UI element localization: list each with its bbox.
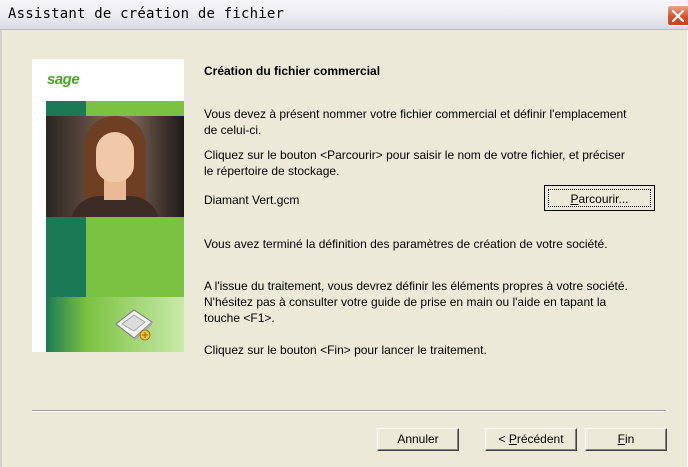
- disk-icon: [115, 309, 153, 341]
- cancel-button[interactable]: Annuler: [377, 428, 459, 451]
- post-line-2: N'hésitez pas à consulter votre guide de…: [204, 295, 607, 309]
- previous-prefix: <: [498, 432, 509, 446]
- browse-button[interactable]: Parcourir...: [544, 185, 655, 211]
- window-title: Assistant de création de fichier: [8, 6, 285, 22]
- previous-label: récédent: [516, 432, 564, 446]
- post-line-3: touche <F1>.: [204, 311, 275, 325]
- finish-button[interactable]: Fin: [585, 428, 667, 451]
- button-separator: [32, 410, 666, 412]
- banner-left-band: [32, 101, 46, 352]
- finish-instructions: Cliquez sur le bouton <Fin> pour lancer …: [204, 343, 487, 357]
- intro-line-1: Vous devez à présent nommer votre fichie…: [204, 107, 627, 121]
- photo-face: [96, 132, 134, 182]
- browse-button-focus: Parcourir...: [548, 189, 651, 207]
- browse-line-2: le répertoire de stockage.: [204, 164, 340, 178]
- file-name-label: Diamant Vert.gcm: [204, 193, 300, 207]
- browse-instructions: Cliquez sur le bouton <Parcourir> pour s…: [204, 147, 684, 179]
- banner-dark-column: [46, 217, 86, 297]
- close-button[interactable]: [667, 5, 688, 26]
- side-banner: sage: [32, 59, 184, 352]
- post-line-1: A l'issue du traitement, vous devrez déf…: [204, 279, 628, 293]
- previous-accel: P: [508, 432, 517, 446]
- previous-button[interactable]: < Précédent: [485, 428, 577, 451]
- finish-accel: F: [617, 432, 625, 446]
- title-bar: Assistant de création de fichier: [0, 0, 688, 30]
- post-process-paragraph: A l'issue du traitement, vous devrez déf…: [204, 278, 684, 326]
- browse-label: arcourir...: [578, 192, 629, 206]
- sage-logo: sage: [47, 71, 80, 88]
- close-icon: [671, 9, 685, 23]
- banner-dark-block: [46, 101, 86, 116]
- browse-accel: P: [570, 192, 579, 206]
- page-heading: Création du fichier commercial: [204, 64, 381, 78]
- banner-green-block: [86, 101, 184, 116]
- banner-green-column: [86, 217, 184, 297]
- finish-label: in: [625, 432, 635, 446]
- completion-text: Vous avez terminé la définition des para…: [204, 237, 608, 251]
- browse-line-1: Cliquez sur le bouton <Parcourir> pour s…: [204, 148, 625, 162]
- banner-photo: [46, 116, 184, 217]
- intro-paragraph: Vous devez à présent nommer votre fichie…: [204, 106, 684, 138]
- intro-line-2: de celui-ci.: [204, 123, 262, 137]
